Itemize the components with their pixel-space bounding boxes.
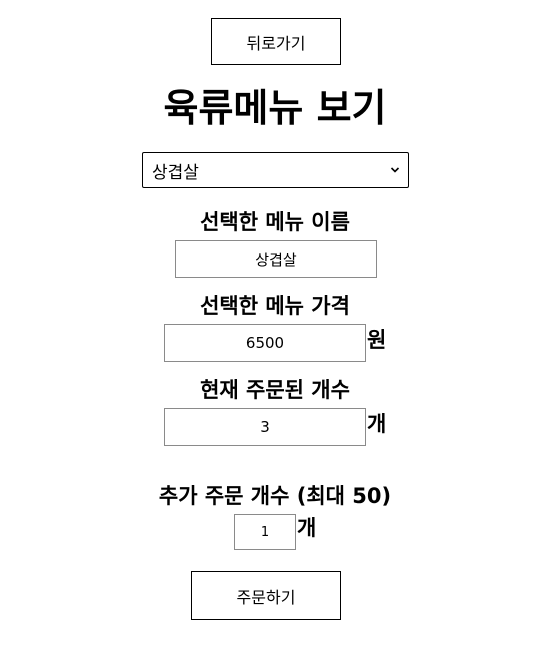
- menu-select-value: 상겹살: [152, 162, 199, 183]
- page-title: 육류메뉴 보기: [163, 86, 387, 130]
- chevron-down-icon: [390, 167, 400, 173]
- current-count-unit: 개: [367, 412, 387, 436]
- selected-price-label: 선택한 메뉴 가격: [200, 294, 350, 318]
- order-button-label: 주문하기: [236, 587, 296, 607]
- add-count-value: 1: [260, 524, 270, 540]
- order-button[interactable]: 주문하기: [191, 571, 341, 620]
- selected-name-value: 상겹살: [255, 250, 297, 269]
- back-button[interactable]: 뒤로가기: [211, 18, 341, 65]
- selected-price-value: 6500: [245, 334, 285, 352]
- current-count-label: 현재 주문된 개수: [200, 378, 350, 402]
- current-count-value: 3: [260, 418, 270, 436]
- current-count-field: 3: [164, 408, 366, 446]
- back-button-label: 뒤로가기: [246, 33, 306, 53]
- add-count-label: 추가 주문 개수 (최대 50): [158, 484, 392, 508]
- price-unit: 원: [367, 328, 387, 352]
- selected-name-field: 상겹살: [175, 240, 377, 278]
- selected-price-field: 6500: [164, 324, 366, 362]
- selected-name-label: 선택한 메뉴 이름: [200, 210, 350, 234]
- menu-select[interactable]: 상겹살: [142, 152, 409, 188]
- add-count-unit: 개: [297, 516, 317, 540]
- add-count-input[interactable]: 1: [234, 514, 296, 550]
